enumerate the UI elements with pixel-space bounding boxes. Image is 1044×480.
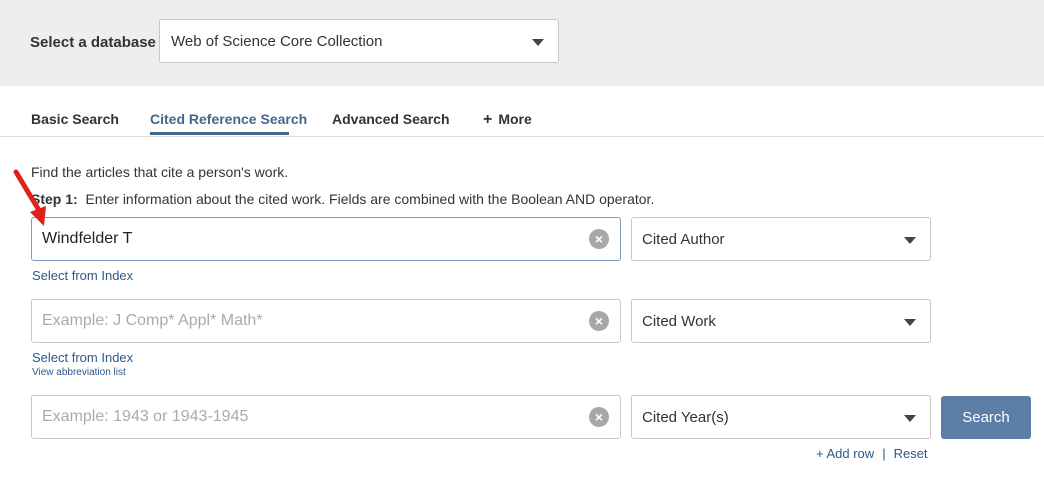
database-selected-value: Web of Science Core Collection (171, 33, 383, 50)
tab-cited-reference-search[interactable]: Cited Reference Search (150, 111, 307, 127)
field-type-value: Cited Author (642, 231, 725, 248)
cited-work-field: × (31, 299, 621, 343)
chevron-down-icon (532, 39, 544, 46)
field-type-value: Cited Work (642, 313, 716, 330)
clear-circle-icon[interactable]: × (589, 311, 609, 331)
tab-more-label: More (498, 111, 532, 127)
tab-more[interactable]: + More (483, 111, 532, 129)
search-tabs: Basic Search Cited Reference Search Adva… (0, 100, 1044, 137)
view-abbreviation-list-link[interactable]: View abbreviation list (32, 367, 126, 378)
cited-author-input[interactable] (42, 218, 582, 260)
clear-circle-icon[interactable]: × (589, 407, 609, 427)
step-text: Enter information about the cited work. … (85, 191, 655, 207)
cited-work-input[interactable] (42, 300, 582, 342)
red-arrow-icon (13, 169, 46, 226)
tab-basic-search[interactable]: Basic Search (31, 111, 119, 127)
database-bar: Select a database Web of Science Core Co… (0, 0, 1044, 86)
database-label: Select a database (30, 34, 156, 51)
add-row-link[interactable]: + Add row (816, 446, 874, 461)
cited-author-field: × (31, 217, 621, 261)
row-actions-separator: | (882, 446, 886, 461)
clear-circle-icon[interactable]: × (589, 229, 609, 249)
tab-advanced-search[interactable]: Advanced Search (332, 111, 450, 127)
active-tab-indicator (150, 132, 289, 135)
field-type-value: Cited Year(s) (642, 409, 729, 426)
chevron-down-icon (904, 319, 916, 326)
intro-text: Find the articles that cite a person's w… (31, 164, 289, 180)
select-from-index-link[interactable]: Select from Index (32, 268, 133, 283)
select-from-index-link[interactable]: Select from Index (32, 350, 133, 365)
field-type-select-1[interactable]: Cited Author (631, 217, 931, 261)
row-actions: + Add row | Reset (816, 446, 928, 461)
field-type-select-3[interactable]: Cited Year(s) (631, 395, 931, 439)
chevron-down-icon (904, 237, 916, 244)
database-select[interactable]: Web of Science Core Collection (159, 19, 559, 63)
cited-year-input[interactable] (42, 396, 582, 438)
chevron-down-icon (904, 415, 916, 422)
plus-icon: + (483, 111, 493, 128)
search-button[interactable]: Search (941, 396, 1031, 439)
step-instruction: Step 1: Enter information about the cite… (31, 191, 654, 207)
cited-year-field: × (31, 395, 621, 439)
reset-link[interactable]: Reset (894, 446, 928, 461)
field-type-select-2[interactable]: Cited Work (631, 299, 931, 343)
